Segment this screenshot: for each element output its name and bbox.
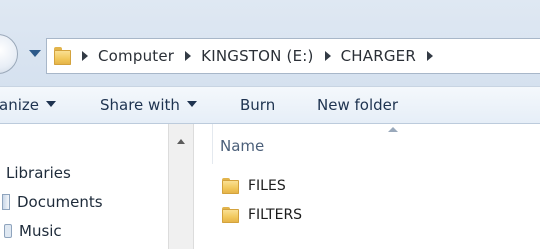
file-list: Name FILES FILTERS <box>194 124 540 249</box>
music-library-icon <box>4 224 12 238</box>
chevron-right-icon[interactable] <box>324 51 331 61</box>
navigation-pane-scrollbar[interactable] <box>168 124 194 249</box>
breadcrumb-computer[interactable]: Computer <box>98 47 174 65</box>
breadcrumb-charger[interactable]: CHARGER <box>341 47 416 65</box>
organize-button[interactable]: anize <box>0 96 56 114</box>
folder-icon <box>222 177 239 195</box>
file-row-files[interactable]: FILES <box>222 175 286 197</box>
new-folder-button[interactable]: New folder <box>317 96 398 114</box>
nav-item-documents[interactable]: Documents <box>17 193 103 211</box>
document-library-icon <box>2 194 10 210</box>
burn-button[interactable]: Burn <box>240 96 275 114</box>
folder-icon <box>54 47 71 65</box>
breadcrumb-kingston[interactable]: KINGSTON (E:) <box>201 47 313 65</box>
recent-pages-dropdown-icon[interactable] <box>29 50 41 57</box>
nav-item-libraries[interactable]: Libraries <box>6 164 71 182</box>
share-with-label: Share with <box>100 96 180 114</box>
chevron-right-icon[interactable] <box>82 51 88 61</box>
new-folder-label: New folder <box>317 96 399 114</box>
chevron-down-icon <box>45 101 56 107</box>
folder-icon <box>222 206 239 224</box>
column-divider <box>212 124 213 164</box>
chevron-right-icon[interactable] <box>185 51 192 61</box>
file-name: FILTERS <box>248 207 303 223</box>
address-bar-region: Computer KINGSTON (E:) CHARGER <box>0 0 540 86</box>
file-row-filters[interactable]: FILTERS <box>222 204 302 226</box>
nav-item-label: Libraries <box>6 164 71 182</box>
nav-item-label: Documents <box>17 193 103 211</box>
chevron-down-icon <box>186 101 197 107</box>
file-name: FILES <box>248 178 286 194</box>
organize-label: anize <box>0 96 39 114</box>
share-with-button[interactable]: Share with <box>100 96 197 114</box>
navigation-pane: Libraries Documents Music <box>0 124 168 249</box>
column-header-name[interactable]: Name <box>220 137 264 155</box>
address-bar[interactable]: Computer KINGSTON (E:) CHARGER <box>46 38 540 74</box>
chevron-right-icon[interactable] <box>426 51 433 61</box>
nav-item-music[interactable]: Music <box>19 222 62 240</box>
back-button[interactable] <box>0 34 18 74</box>
nav-item-label: Music <box>19 222 62 240</box>
command-bar: anize Share with Burn New folder <box>0 86 540 124</box>
sort-ascending-icon <box>388 127 398 132</box>
scroll-up-arrow-icon[interactable] <box>177 139 185 144</box>
burn-label: Burn <box>240 96 276 114</box>
